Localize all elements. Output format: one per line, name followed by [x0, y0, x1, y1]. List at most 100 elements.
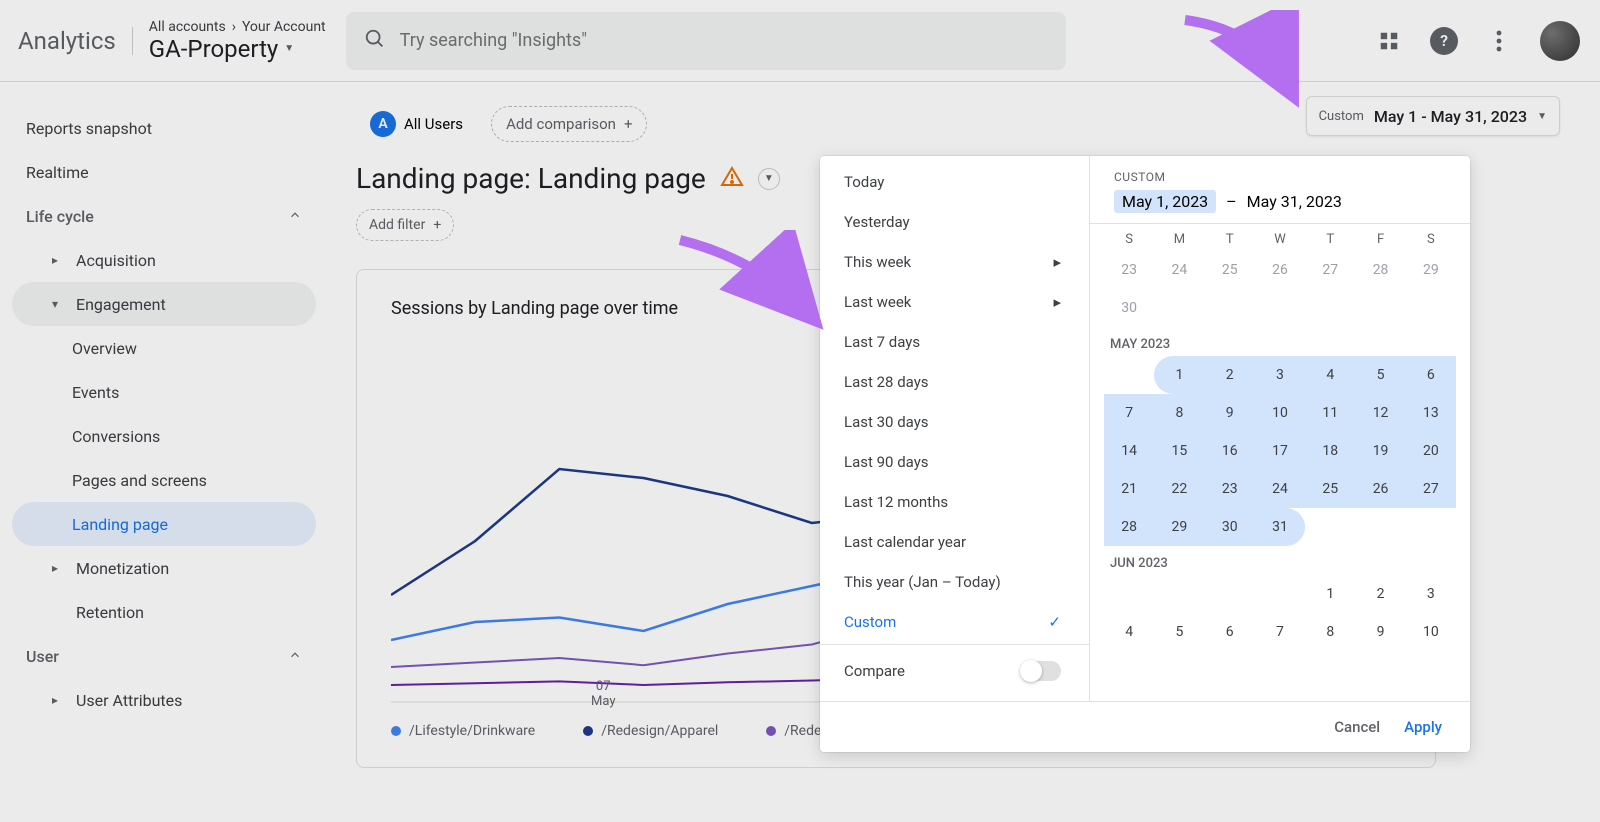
day-cell[interactable]: 17 — [1406, 651, 1456, 664]
preset-today[interactable]: Today — [820, 162, 1089, 202]
add-filter-button[interactable]: Add filter + — [356, 209, 454, 241]
day-cell[interactable]: 12 — [1355, 394, 1405, 432]
day-cell[interactable]: 29 — [1154, 508, 1204, 546]
day-cell[interactable]: 30 — [1205, 508, 1255, 546]
calendar-body[interactable]: SMTWTFS 2324252627282930 MAY 2023 123456… — [1090, 224, 1470, 664]
range-start[interactable]: May 1, 2023 — [1114, 190, 1216, 213]
search-input[interactable] — [400, 30, 1048, 51]
day-cell[interactable]: 23 — [1205, 470, 1255, 508]
nav-events[interactable]: Events — [12, 370, 316, 414]
day-cell[interactable]: 1 — [1154, 356, 1204, 394]
nav-engagement[interactable]: ▾Engagement — [12, 282, 316, 326]
day-cell[interactable]: 13 — [1205, 651, 1255, 664]
cancel-button[interactable]: Cancel — [1334, 718, 1380, 736]
day-cell[interactable]: 9 — [1355, 613, 1405, 651]
nav-retention[interactable]: ▸Retention — [12, 590, 316, 634]
day-cell[interactable]: 5 — [1355, 356, 1405, 394]
day-cell[interactable]: 29 — [1406, 251, 1456, 289]
preset-custom[interactable]: Custom✓ — [820, 602, 1089, 642]
apps-grid-icon[interactable] — [1376, 28, 1402, 54]
day-cell[interactable]: 16 — [1355, 651, 1405, 664]
nav-overview[interactable]: Overview — [12, 326, 316, 370]
date-range-selector[interactable]: Custom May 1 - May 31, 2023 ▼ — [1306, 96, 1560, 136]
avatar[interactable] — [1540, 21, 1580, 61]
day-cell[interactable]: 10 — [1255, 394, 1305, 432]
preset-last12m[interactable]: Last 12 months — [820, 482, 1089, 522]
day-cell[interactable]: 11 — [1104, 651, 1154, 664]
title-caret-icon[interactable]: ▼ — [758, 168, 780, 190]
day-cell[interactable]: 3 — [1406, 575, 1456, 613]
nav-conversions[interactable]: Conversions — [12, 414, 316, 458]
day-cell[interactable]: 23 — [1104, 251, 1154, 289]
breadcrumb[interactable]: All accounts › Your Account — [149, 19, 326, 35]
day-cell[interactable]: 6 — [1406, 356, 1456, 394]
day-cell[interactable]: 25 — [1305, 470, 1355, 508]
nav-user-head[interactable]: User — [12, 634, 316, 678]
search-container[interactable] — [346, 12, 1066, 70]
preset-compare[interactable]: Compare — [820, 647, 1089, 695]
preset-last7[interactable]: Last 7 days — [820, 322, 1089, 362]
day-cell[interactable]: 17 — [1255, 432, 1305, 470]
day-cell[interactable]: 24 — [1154, 251, 1204, 289]
day-cell[interactable]: 26 — [1255, 251, 1305, 289]
preset-yesterday[interactable]: Yesterday — [820, 202, 1089, 242]
day-cell[interactable]: 3 — [1255, 356, 1305, 394]
day-cell[interactable]: 9 — [1205, 394, 1255, 432]
preset-last30[interactable]: Last 30 days — [820, 402, 1089, 442]
legend-item-2[interactable]: /Redesign/Apparel — [583, 723, 718, 739]
legend-item-1[interactable]: /Lifestyle/Drinkware — [391, 723, 535, 739]
day-cell[interactable]: 21 — [1104, 470, 1154, 508]
preset-last90[interactable]: Last 90 days — [820, 442, 1089, 482]
range-end[interactable]: May 31, 2023 — [1247, 192, 1342, 211]
day-cell[interactable]: 11 — [1305, 394, 1355, 432]
property-selector[interactable]: GA-Property ▼ — [149, 35, 326, 63]
day-cell[interactable]: 14 — [1255, 651, 1305, 664]
day-cell[interactable]: 27 — [1305, 251, 1355, 289]
more-vert-icon[interactable] — [1486, 28, 1512, 54]
nav-pages[interactable]: Pages and screens — [12, 458, 316, 502]
nav-realtime[interactable]: Realtime — [12, 150, 316, 194]
preset-last28[interactable]: Last 28 days — [820, 362, 1089, 402]
day-cell[interactable]: 24 — [1255, 470, 1305, 508]
day-cell[interactable]: 8 — [1154, 394, 1204, 432]
day-cell[interactable]: 15 — [1305, 651, 1355, 664]
nav-reports-snapshot[interactable]: Reports snapshot — [12, 106, 316, 150]
day-cell[interactable]: 16 — [1205, 432, 1255, 470]
preset-last-week[interactable]: Last week▸ — [820, 282, 1089, 322]
day-cell[interactable]: 4 — [1104, 613, 1154, 651]
day-cell[interactable]: 14 — [1104, 432, 1154, 470]
day-cell[interactable]: 27 — [1406, 470, 1456, 508]
day-cell[interactable]: 28 — [1355, 251, 1405, 289]
warning-icon[interactable] — [720, 165, 744, 193]
day-cell[interactable]: 28 — [1104, 508, 1154, 546]
compare-toggle[interactable] — [1021, 661, 1061, 681]
day-cell[interactable]: 12 — [1154, 651, 1204, 664]
day-cell[interactable]: 31 — [1255, 508, 1305, 546]
day-cell[interactable]: 25 — [1205, 251, 1255, 289]
day-cell[interactable]: 19 — [1355, 432, 1405, 470]
nav-landing[interactable]: Landing page — [12, 502, 316, 546]
day-cell[interactable]: 22 — [1154, 470, 1204, 508]
day-cell[interactable]: 8 — [1305, 613, 1355, 651]
nav-monetization[interactable]: ▸Monetization — [12, 546, 316, 590]
day-cell[interactable]: 20 — [1406, 432, 1456, 470]
chip-add-comparison[interactable]: Add comparison + — [491, 106, 647, 142]
nav-user-attributes[interactable]: ▸User Attributes — [12, 678, 316, 722]
day-cell[interactable]: 2 — [1355, 575, 1405, 613]
day-cell[interactable]: 6 — [1205, 613, 1255, 651]
day-cell[interactable]: 30 — [1104, 289, 1154, 327]
day-cell[interactable]: 7 — [1104, 394, 1154, 432]
day-cell[interactable]: 10 — [1406, 613, 1456, 651]
preset-thisyear[interactable]: This year (Jan – Today) — [820, 562, 1089, 602]
day-cell[interactable]: 4 — [1305, 356, 1355, 394]
chip-all-users[interactable]: A All Users — [356, 106, 477, 142]
preset-this-week[interactable]: This week▸ — [820, 242, 1089, 282]
day-cell[interactable]: 13 — [1406, 394, 1456, 432]
day-cell[interactable]: 1 — [1305, 575, 1355, 613]
day-cell[interactable]: 5 — [1154, 613, 1204, 651]
day-cell[interactable]: 2 — [1205, 356, 1255, 394]
preset-lastcal[interactable]: Last calendar year — [820, 522, 1089, 562]
day-cell[interactable]: 26 — [1355, 470, 1405, 508]
day-cell[interactable]: 15 — [1154, 432, 1204, 470]
day-cell[interactable]: 7 — [1255, 613, 1305, 651]
